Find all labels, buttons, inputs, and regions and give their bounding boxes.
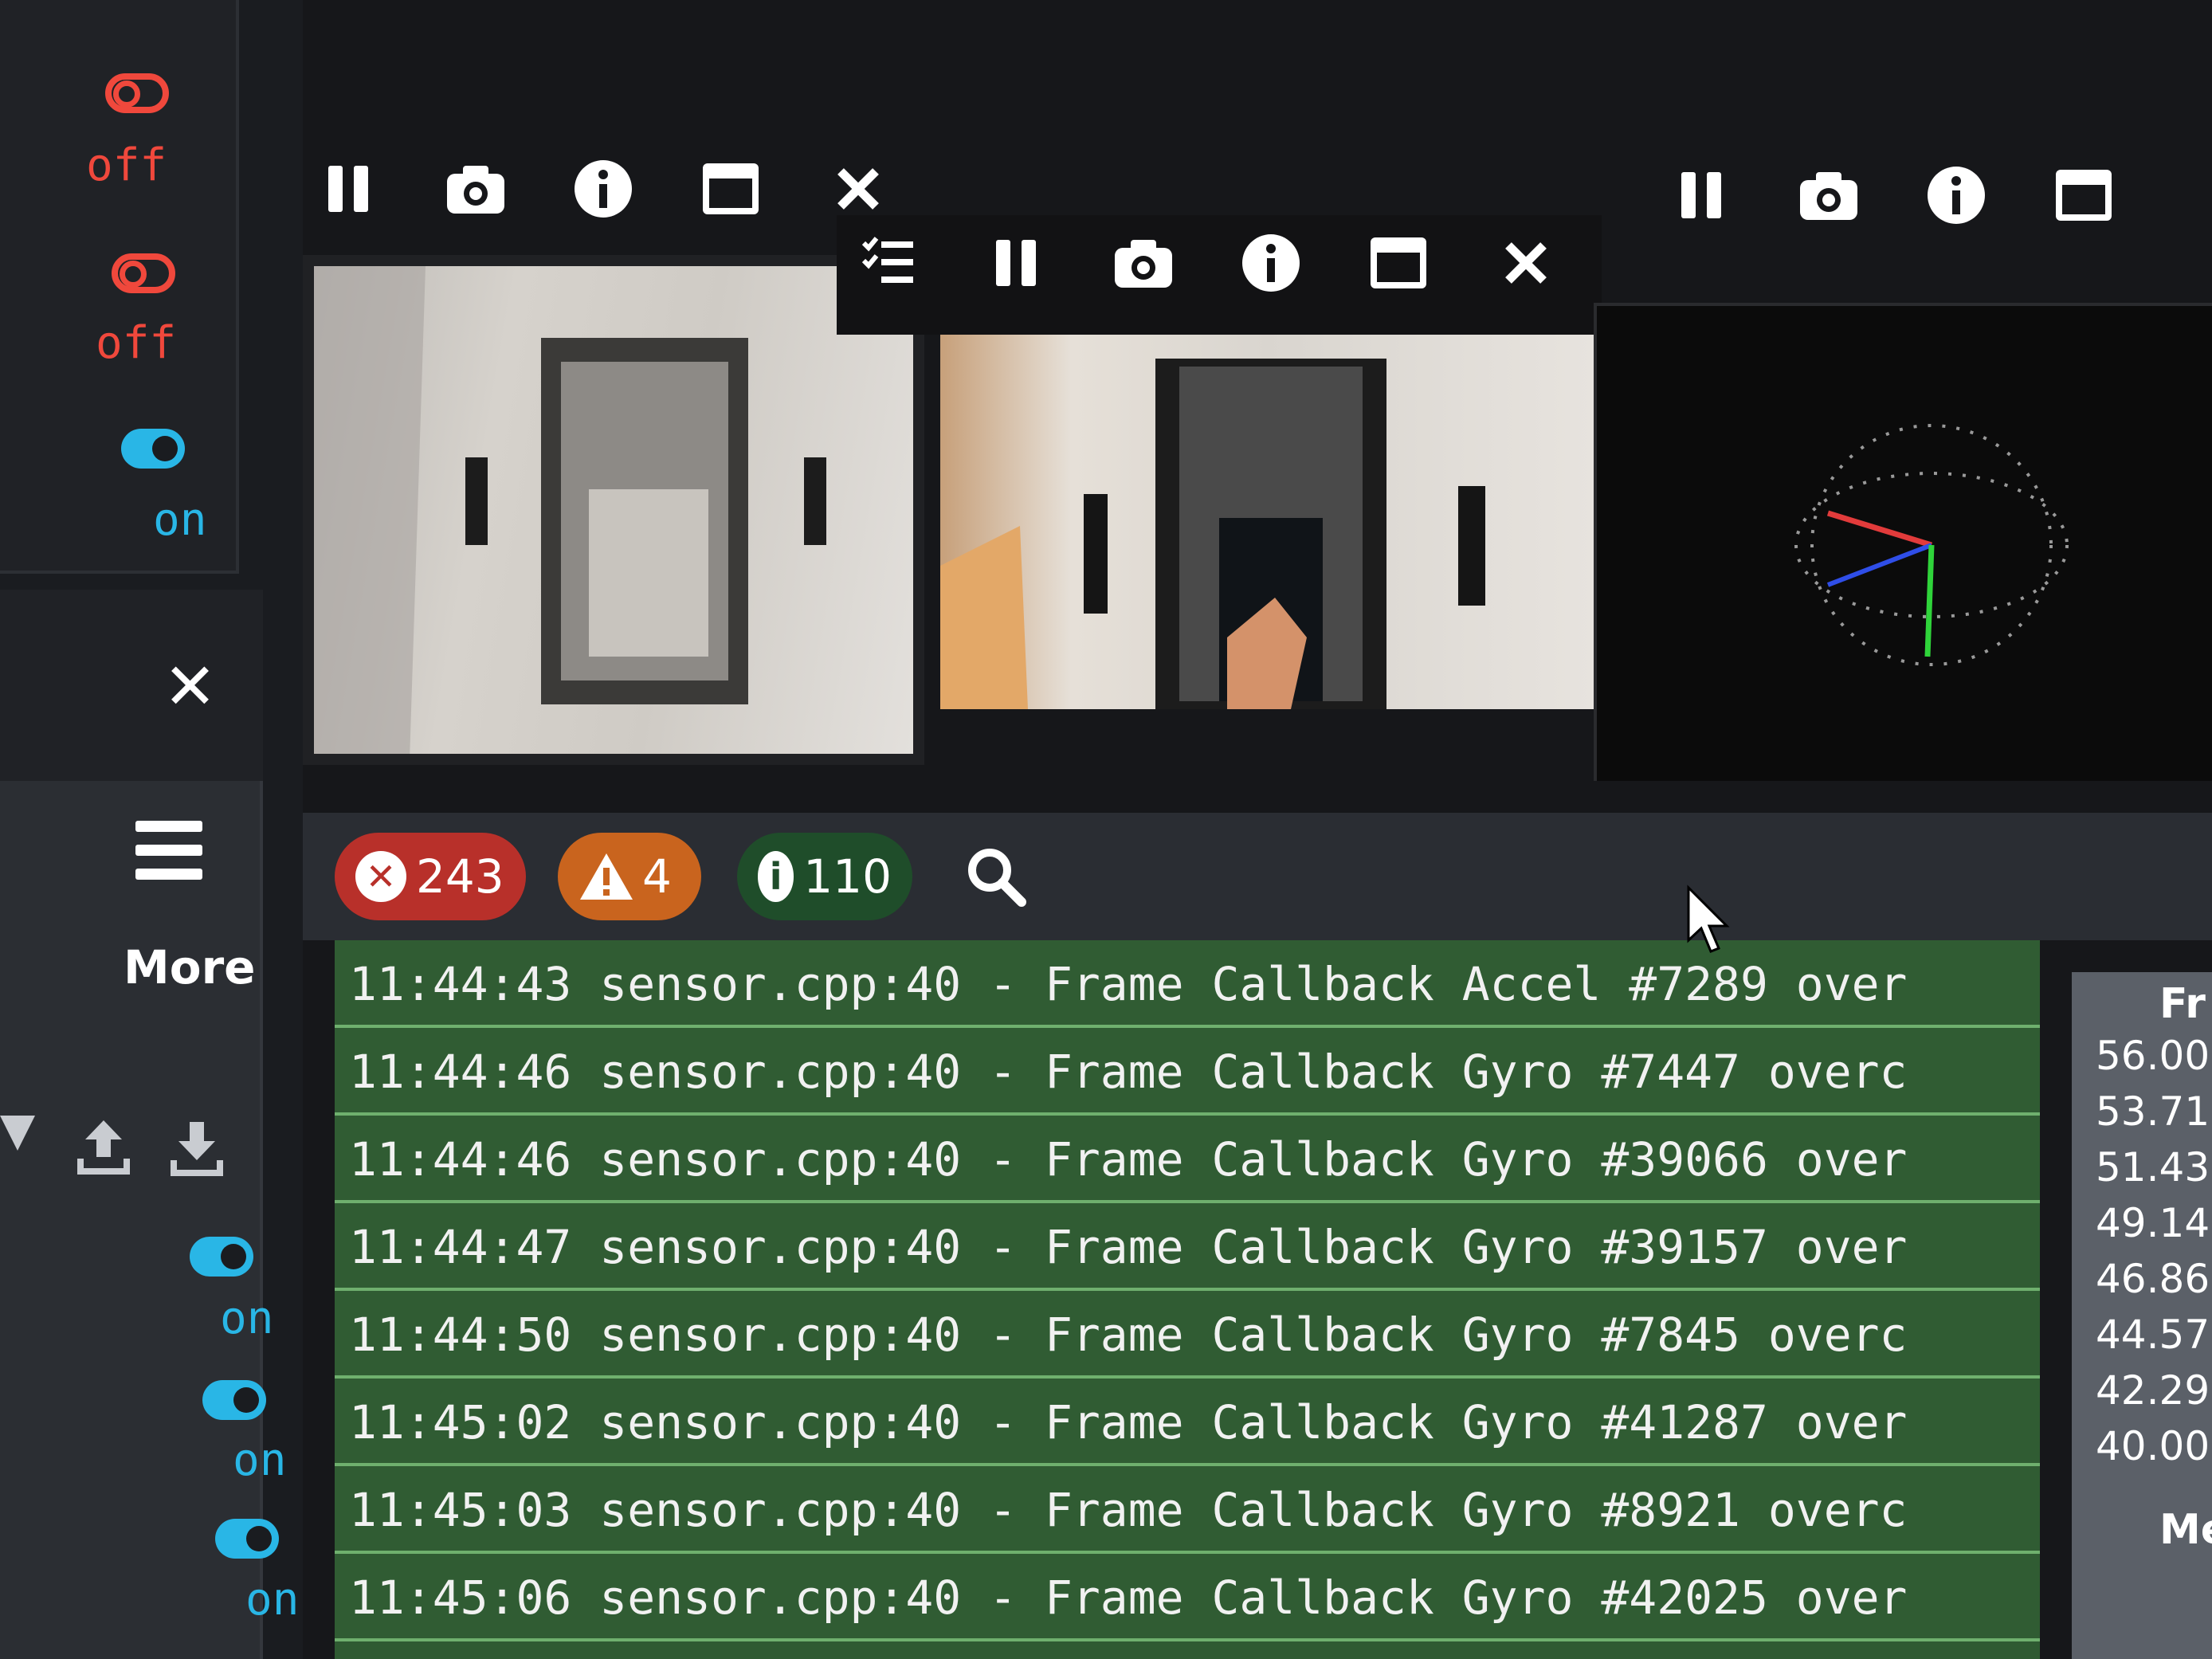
sidebar-controls-panel: off off on — [0, 0, 239, 574]
close-icon[interactable]: ✕ — [163, 649, 217, 724]
toggle-switch-5[interactable] — [202, 1380, 266, 1420]
toggle-switch-1[interactable] — [105, 73, 169, 113]
more-label[interactable]: More — [124, 940, 256, 994]
log-row[interactable]: 11:45:06 sensor.cpp:40 - Frame Callback … — [335, 1554, 2040, 1641]
window-icon[interactable] — [695, 153, 767, 225]
pause-icon[interactable] — [1665, 159, 1737, 231]
info-count: 110 — [803, 849, 892, 904]
search-icon[interactable] — [964, 845, 1028, 908]
list-icon[interactable] — [853, 227, 924, 299]
info-icon[interactable] — [1235, 227, 1307, 299]
download-icon[interactable] — [169, 1116, 225, 1179]
warning-filter-badge[interactable]: 4 — [558, 833, 701, 920]
toggle-switch-3[interactable] — [121, 429, 185, 469]
info-icon[interactable] — [567, 153, 639, 225]
error-icon: ✕ — [355, 851, 406, 902]
toggle-label-3: on — [153, 494, 207, 546]
sidebar-header — [0, 590, 263, 781]
stream-2-toolbar — [853, 227, 1618, 299]
warning-icon — [580, 853, 633, 900]
info-icon: i — [758, 851, 794, 902]
stats-value: 46.86 — [2096, 1256, 2210, 1302]
close-icon[interactable] — [822, 153, 894, 225]
toggle-switch-2[interactable] — [112, 253, 175, 293]
log-row[interactable]: 11:44:46 sensor.cpp:40 - Frame Callback … — [335, 1116, 2040, 1203]
info-filter-badge[interactable]: i 110 — [737, 833, 912, 920]
upload-icon[interactable] — [76, 1116, 131, 1179]
camera-icon[interactable] — [1793, 159, 1865, 231]
toggle-label-1: off — [86, 139, 167, 191]
log-row[interactable]: 11:45:03 sensor.cpp:40 - Frame Callback … — [335, 1466, 2040, 1554]
close-icon[interactable] — [1490, 227, 1562, 299]
info-icon[interactable] — [1920, 159, 1992, 231]
sidebar: off off on ✕ More on on on — [0, 0, 303, 1659]
pause-icon[interactable] — [312, 153, 384, 225]
toggle-switch-6[interactable] — [215, 1519, 279, 1559]
stats-value: 44.57 — [2096, 1312, 2210, 1358]
stats-header: Fr — [2159, 980, 2206, 1028]
warning-count: 4 — [642, 849, 672, 904]
motion-sensor-view — [1594, 303, 2212, 781]
error-count: 243 — [416, 849, 504, 904]
stream-3-toolbar — [1665, 159, 2175, 231]
stats-value: 42.29 — [2096, 1367, 2210, 1414]
log-row[interactable]: 11:44:46 sensor.cpp:40 - Frame Callback … — [335, 1028, 2040, 1116]
dropdown-arrow-icon[interactable] — [0, 1116, 35, 1151]
camera-stream-1 — [303, 255, 924, 765]
error-filter-badge[interactable]: ✕ 243 — [335, 833, 526, 920]
log-list[interactable]: 11:44:43 sensor.cpp:40 - Frame Callback … — [335, 940, 2040, 1659]
toggle-label-6: on — [245, 1574, 300, 1626]
camera-icon[interactable] — [440, 153, 512, 225]
log-row[interactable]: 11:44:47 sensor.cpp:40 - Frame Callback … — [335, 1203, 2040, 1291]
toggle-switch-4[interactable] — [190, 1237, 253, 1277]
window-icon[interactable] — [1363, 227, 1434, 299]
window-icon[interactable] — [2048, 159, 2120, 231]
stats-footer: Me — [2159, 1506, 2212, 1554]
log-row[interactable]: 11:44:43 sensor.cpp:40 - Frame Callback … — [335, 940, 2040, 1028]
toggle-label-2: off — [96, 317, 177, 369]
menu-icon[interactable] — [135, 821, 202, 892]
stream-1-toolbar — [312, 153, 950, 225]
stats-value: 56.00 — [2096, 1033, 2210, 1079]
log-row[interactable]: 11:45:02 sensor.cpp:40 - Frame Callback … — [335, 1379, 2040, 1466]
stats-value: 53.71 — [2096, 1088, 2210, 1135]
stats-value: 40.00 — [2096, 1423, 2210, 1469]
stats-value: 49.14 — [2096, 1200, 2210, 1246]
log-row[interactable]: 11:44:50 sensor.cpp:40 - Frame Callback … — [335, 1291, 2040, 1379]
camera-stream-2 — [940, 335, 1594, 709]
stats-value: 51.43 — [2096, 1144, 2210, 1190]
toggle-label-5: on — [233, 1434, 287, 1486]
toggle-label-4: on — [220, 1292, 274, 1344]
frame-rate-panel: Fr 56.00 53.71 51.43 49.14 46.86 44.57 4… — [2072, 972, 2212, 1659]
viewer-area: ✕ 243 4 i 110 11:44:43 sensor.cpp:40 - F… — [303, 0, 2212, 1659]
mouse-cursor-icon — [1687, 884, 1730, 953]
camera-icon[interactable] — [1108, 227, 1179, 299]
pause-icon[interactable] — [980, 227, 1052, 299]
